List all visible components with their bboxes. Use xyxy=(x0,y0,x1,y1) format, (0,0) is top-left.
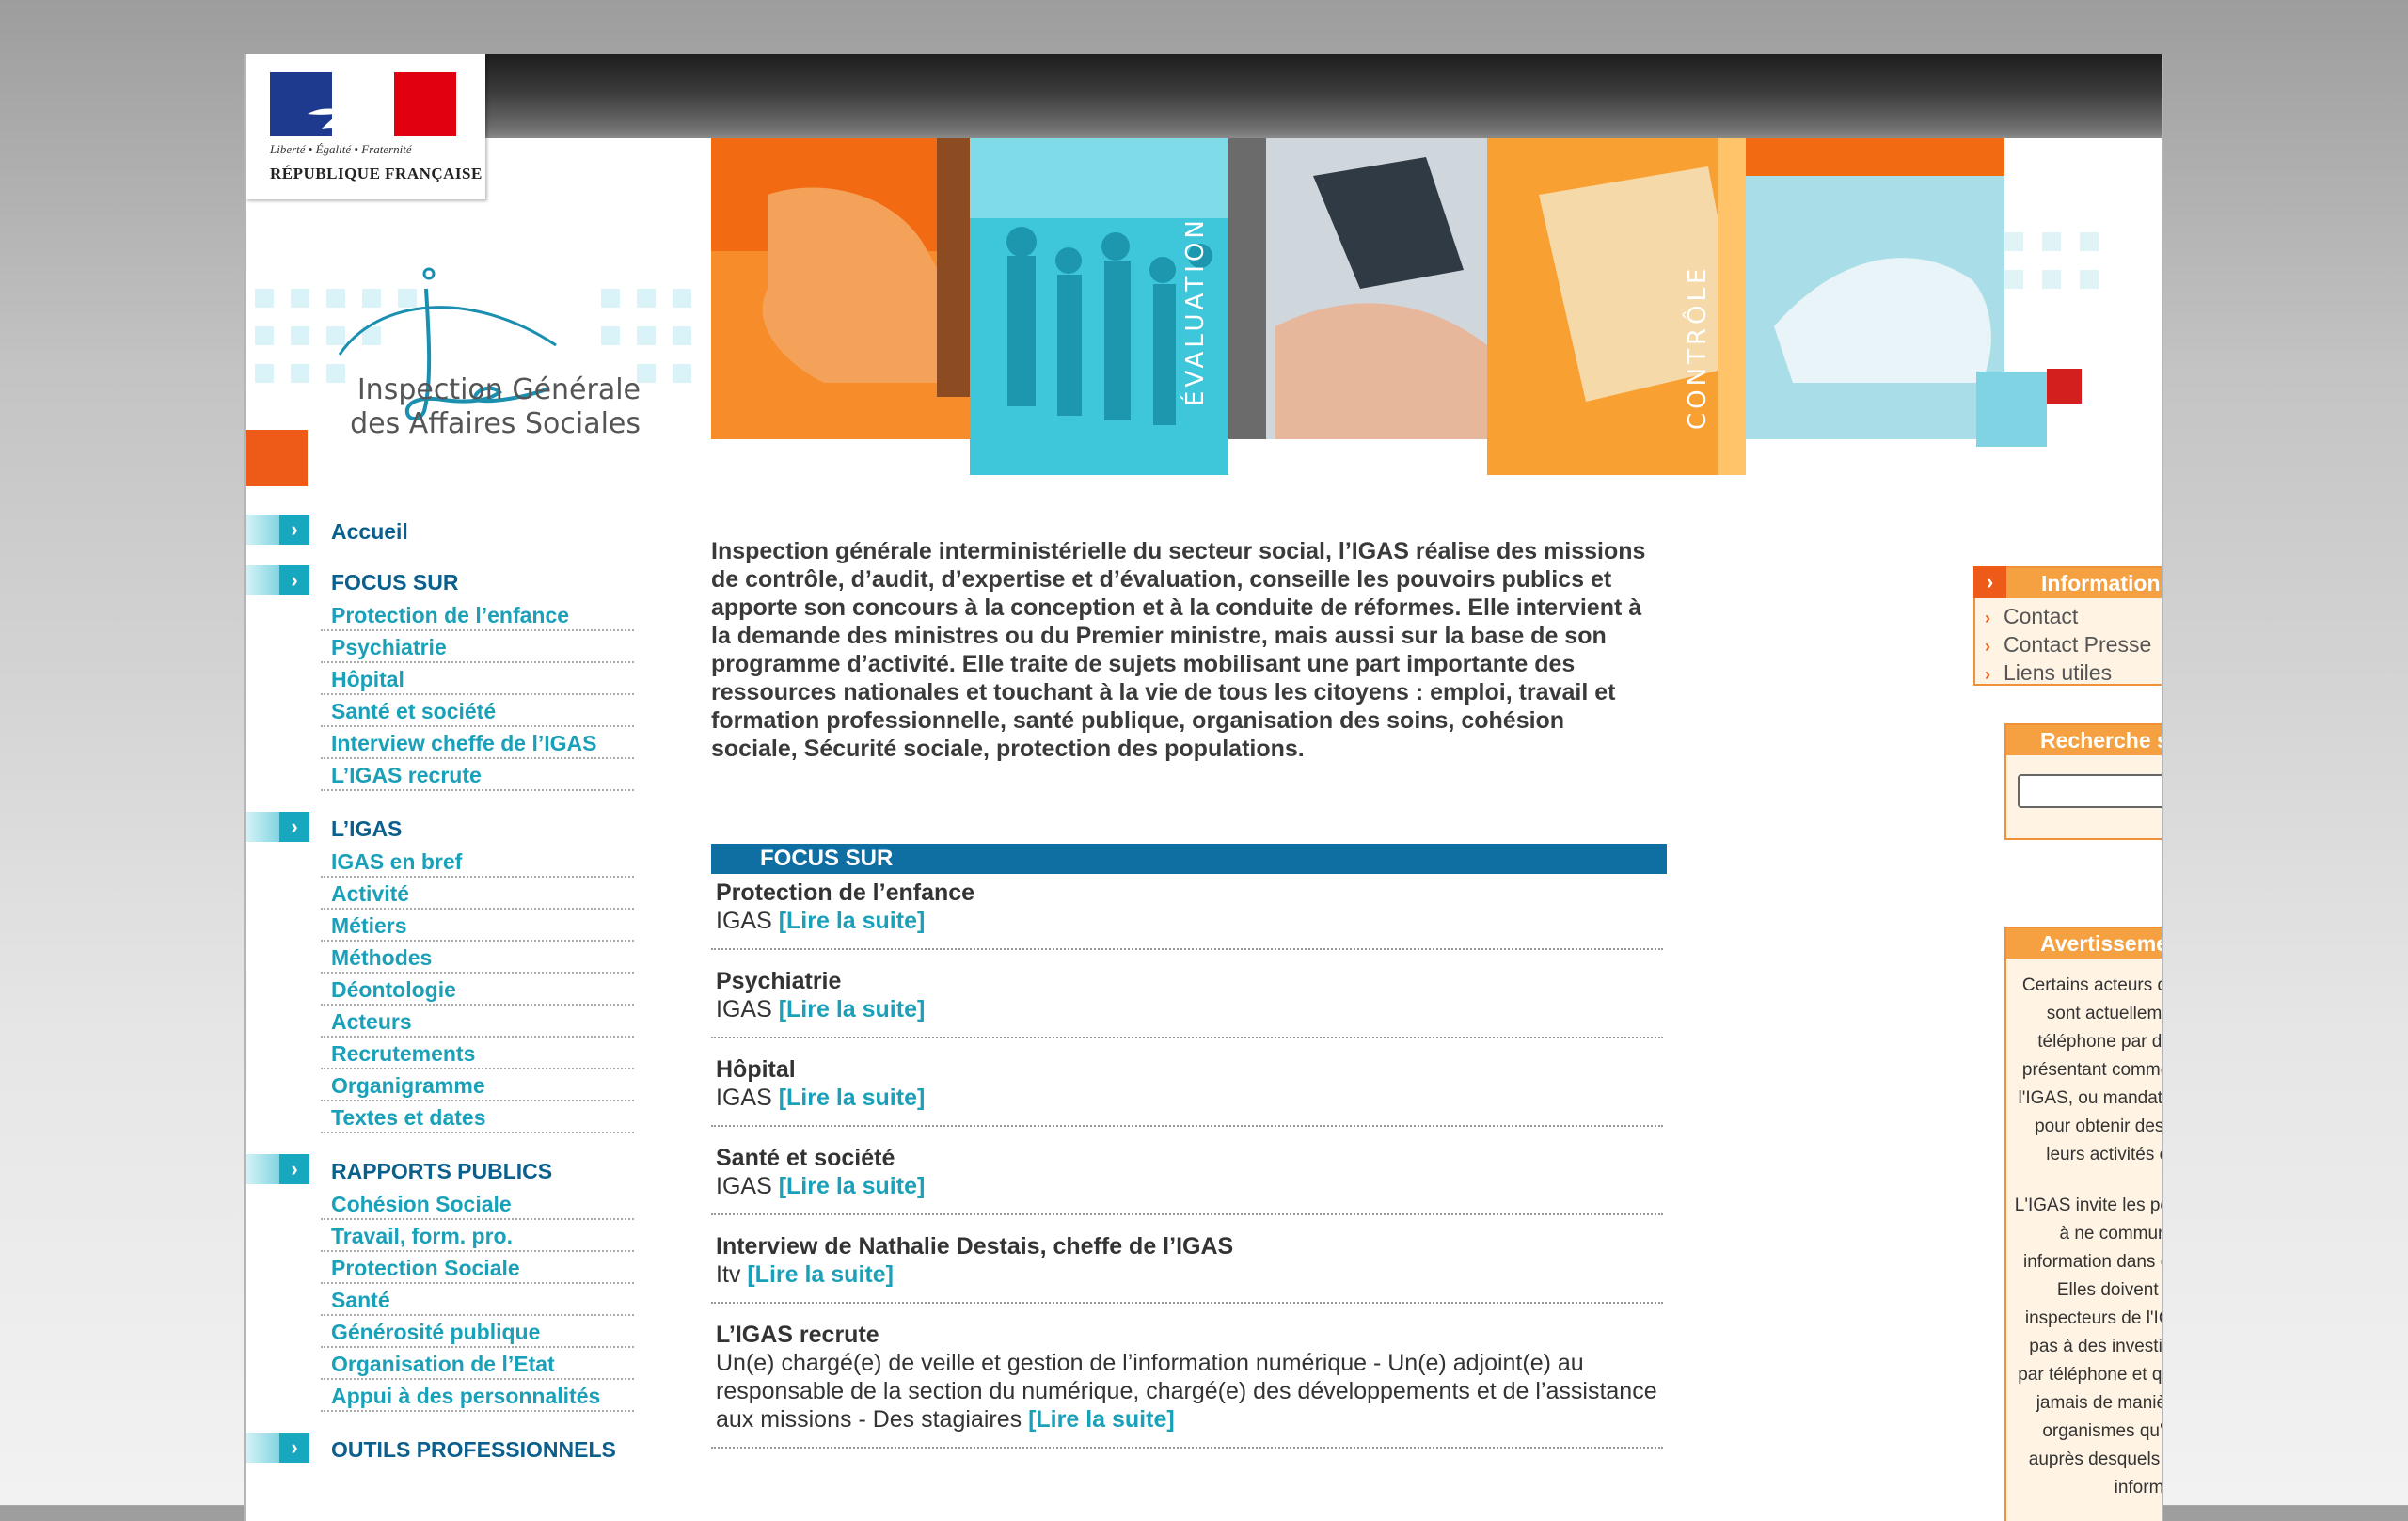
warning-paragraph-2: L'IGAS invite les personnes sollicitées … xyxy=(2014,1196,2163,1497)
info-link-contact-presse[interactable]: › Contact Presse xyxy=(1985,630,2162,658)
focus-section-header: FOCUS SUR xyxy=(711,844,1667,874)
focus-item-title[interactable]: Santé et société xyxy=(716,1144,1658,1172)
chevron-right-icon: › xyxy=(1985,637,1990,656)
nav-accueil[interactable]: › Accueil xyxy=(246,515,650,545)
nav-section-outils-title[interactable]: OUTILS PROFESSIONNELS xyxy=(331,1437,616,1463)
nav-arrow-icon: › xyxy=(246,1433,309,1463)
warning-box-title: Avertissement xyxy=(2006,928,2162,959)
read-more-link[interactable]: [Lire la suite] xyxy=(779,1173,926,1199)
read-more-link[interactable]: [Lire la suite] xyxy=(779,908,926,934)
nav-focus-list: Protection de l’enfance Psychiatrie Hôpi… xyxy=(321,599,634,791)
banner-word-controle: CONTRÔLE xyxy=(1682,265,1712,430)
nav-arrow-icon: › xyxy=(246,1154,309,1184)
focus-item-desc: IGAS xyxy=(716,1085,772,1111)
header-dark-bar xyxy=(485,54,2162,138)
marianne-flag-icon xyxy=(270,72,456,136)
info-arrow-icon: › xyxy=(1973,566,2006,598)
chevron-right-icon: › xyxy=(1985,665,1990,684)
focus-item: L’IGAS recrute Un(e) chargé(e) de veille… xyxy=(711,1321,1663,1449)
nav-item-interview[interactable]: Interview cheffe de l’IGAS xyxy=(321,727,634,759)
nav-section-rapports-title[interactable]: RAPPORTS PUBLICS xyxy=(331,1159,552,1184)
nav-arrow-icon: › xyxy=(246,515,309,545)
nav-item-recrutements[interactable]: Recrutements xyxy=(321,1038,634,1069)
nav-item-organigramme[interactable]: Organigramme xyxy=(321,1069,634,1101)
search-box: Recherche sur le site › xyxy=(2004,723,2162,840)
nav-item-sante-societe[interactable]: Santé et société xyxy=(321,695,634,727)
left-navigation: › Accueil › FOCUS SUR Protection de l’en… xyxy=(246,515,650,1463)
nav-item-activite[interactable]: Activité xyxy=(321,878,634,910)
read-more-link[interactable]: [Lire la suite] xyxy=(779,1085,926,1111)
nav-item-protection-sociale[interactable]: Protection Sociale xyxy=(321,1252,634,1284)
nav-item-cohesion-sociale[interactable]: Cohésion Sociale xyxy=(321,1188,634,1220)
nav-section-igas-title[interactable]: L’IGAS xyxy=(331,816,402,842)
focus-item: Interview de Nathalie Destais, cheffe de… xyxy=(711,1232,1663,1304)
warning-box: Avertissement Certains acteurs du champ … xyxy=(2004,927,2163,1521)
focus-item-desc: Un(e) chargé(e) de veille et gestion de … xyxy=(716,1350,1657,1433)
nav-igas-list: IGAS en bref Activité Métiers Méthodes D… xyxy=(321,846,634,1133)
focus-list: Protection de l’enfance IGAS [Lire la su… xyxy=(711,879,1667,1466)
nav-item-metiers[interactable]: Métiers xyxy=(321,910,634,942)
focus-item-desc: IGAS xyxy=(716,996,772,1022)
info-link-contact[interactable]: › Contact xyxy=(1985,602,2162,630)
focus-item-desc: IGAS xyxy=(716,908,772,934)
nav-item-textes-dates[interactable]: Textes et dates xyxy=(321,1101,634,1133)
nav-item-travail[interactable]: Travail, form. pro. xyxy=(321,1220,634,1252)
page-container: Liberté • Égalité • Fraternité RÉPUBLIQU… xyxy=(244,54,2163,1521)
nav-item-organisation-etat[interactable]: Organisation de l’Etat xyxy=(321,1348,634,1380)
nav-item-deontologie[interactable]: Déontologie xyxy=(321,974,634,1006)
nav-item-hopital[interactable]: Hôpital xyxy=(321,663,634,695)
igas-logo[interactable] xyxy=(246,204,716,505)
nav-item-igas-recrute[interactable]: L’IGAS recrute xyxy=(321,759,634,791)
info-link-liens-utiles[interactable]: › Liens utiles xyxy=(1985,658,2162,687)
nav-section-rapports: › RAPPORTS PUBLICS xyxy=(246,1154,650,1184)
focus-item: Hôpital IGAS [Lire la suite] xyxy=(711,1055,1663,1127)
read-more-link[interactable]: [Lire la suite] xyxy=(747,1261,894,1288)
focus-item: Protection de l’enfance IGAS [Lire la su… xyxy=(711,879,1663,950)
nav-item-psychiatrie[interactable]: Psychiatrie xyxy=(321,631,634,663)
intro-text: Inspection générale interministérielle d… xyxy=(711,538,1646,762)
nav-accueil-label[interactable]: Accueil xyxy=(331,519,408,545)
nav-section-outils: › OUTILS PROFESSIONNELS xyxy=(246,1433,650,1463)
nav-item-igas-en-bref[interactable]: IGAS en bref xyxy=(321,846,634,878)
read-more-link[interactable]: [Lire la suite] xyxy=(779,996,926,1022)
nav-section-igas: › L’IGAS xyxy=(246,812,650,842)
org-name-line2: des Affaires Sociales xyxy=(350,407,641,440)
org-name-line1: Inspection Générale xyxy=(356,373,641,406)
nav-item-appui[interactable]: Appui à des personnalités xyxy=(321,1380,634,1412)
focus-item-desc: Itv xyxy=(716,1261,741,1288)
nav-section-focus-title[interactable]: FOCUS SUR xyxy=(331,570,458,595)
nav-item-sante[interactable]: Santé xyxy=(321,1284,634,1316)
nav-arrow-icon: › xyxy=(246,565,309,595)
nav-item-generosite[interactable]: Générosité publique xyxy=(321,1316,634,1348)
header-banner-image: ÉVALUATION CONTRÔLE INSPECTION xyxy=(711,138,2099,475)
chevron-right-icon: › xyxy=(1985,609,1990,627)
focus-item-desc: IGAS xyxy=(716,1173,772,1199)
focus-item: Santé et société IGAS [Lire la suite] xyxy=(711,1144,1663,1215)
warning-paragraph-1: Certains acteurs du champ sanitaire sont… xyxy=(2018,975,2163,1165)
nav-arrow-icon: › xyxy=(246,812,309,842)
focus-item-title[interactable]: Protection de l’enfance xyxy=(716,879,1658,907)
focus-item: Psychiatrie IGAS [Lire la suite] xyxy=(711,967,1663,1038)
nav-rapports-list: Cohésion Sociale Travail, form. pro. Pro… xyxy=(321,1188,634,1412)
nav-item-protection-enfance[interactable]: Protection de l’enfance xyxy=(321,599,634,631)
focus-item-title[interactable]: Interview de Nathalie Destais, cheffe de… xyxy=(716,1232,1658,1260)
devise-text: Liberté • Égalité • Fraternité xyxy=(270,142,412,156)
search-box-title: Recherche sur le site xyxy=(2006,725,2162,755)
read-more-link[interactable]: [Lire la suite] xyxy=(1028,1406,1175,1433)
banner-word-evaluation: ÉVALUATION xyxy=(1180,216,1210,406)
focus-item-title[interactable]: Psychiatrie xyxy=(716,967,1658,995)
nav-section-focus: › FOCUS SUR xyxy=(246,565,650,595)
nav-item-acteurs[interactable]: Acteurs xyxy=(321,1006,634,1038)
focus-item-title[interactable]: L’IGAS recrute xyxy=(716,1321,1658,1349)
search-input[interactable] xyxy=(2018,774,2162,808)
marianne-logo[interactable]: Liberté • Égalité • Fraternité RÉPUBLIQU… xyxy=(246,54,485,199)
focus-item-title[interactable]: Hôpital xyxy=(716,1055,1658,1084)
republique-francaise-text: RÉPUBLIQUE FRANÇAISE xyxy=(270,165,483,182)
nav-item-methodes[interactable]: Méthodes xyxy=(321,942,634,974)
igas-org-name: Inspection Générale des Affaires Sociale… xyxy=(321,373,641,441)
